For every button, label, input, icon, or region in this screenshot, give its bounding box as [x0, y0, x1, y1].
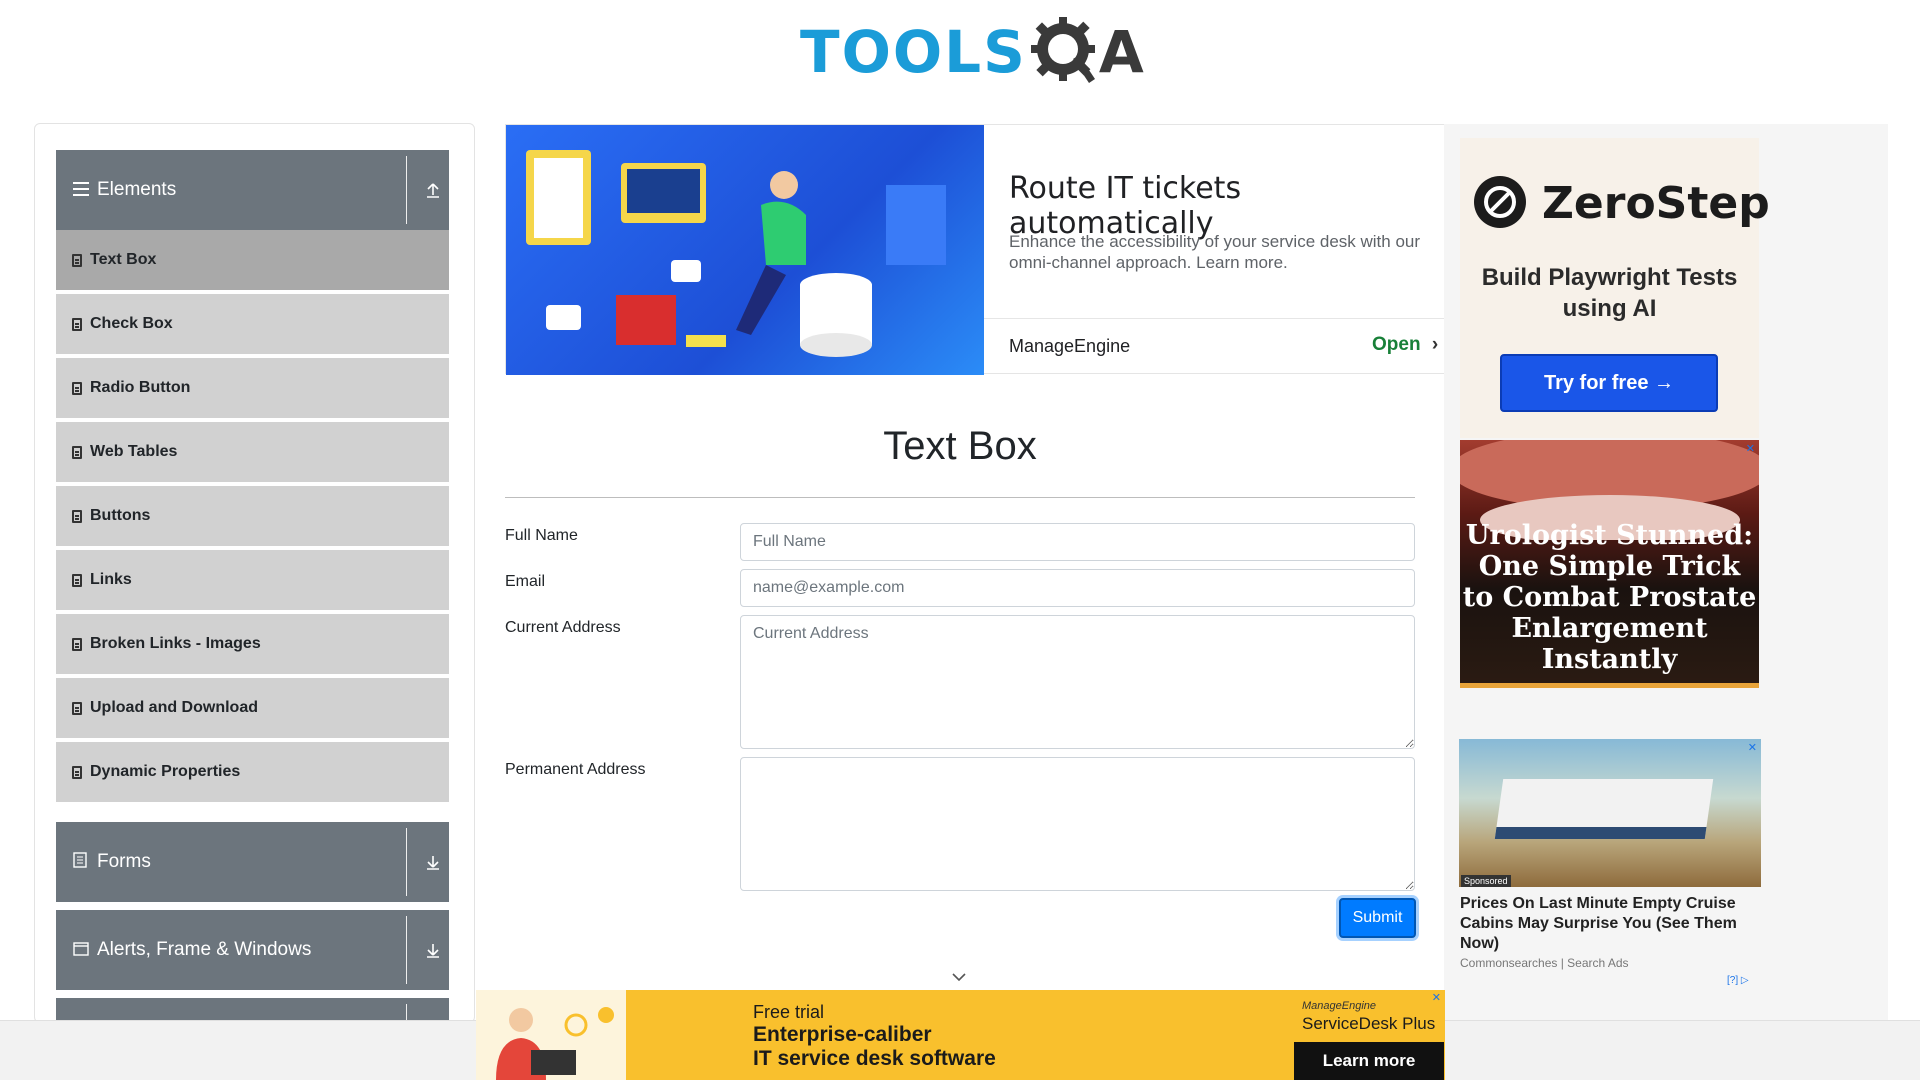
learn-more-button[interactable]: Learn more	[1294, 1042, 1444, 1080]
sidebar-item-label: Buttons	[90, 507, 151, 524]
page-title: Text Box	[883, 424, 1037, 468]
sidebar-item-label: Check Box	[90, 315, 173, 332]
cruise-ship-image	[1494, 779, 1714, 839]
sidebar-item-dynamic-properties[interactable]: Dynamic Properties	[56, 742, 449, 804]
doc-icon	[72, 317, 82, 331]
cruise-ad-title[interactable]: Prices On Last Minute Empty Cruise Cabin…	[1460, 894, 1760, 954]
doc-icon	[72, 445, 82, 459]
doc-icon	[72, 381, 82, 395]
divider	[406, 916, 407, 984]
bottom-banner-ad[interactable]: Free trial Enterprise-caliber IT service…	[476, 990, 1445, 1080]
expand-down-icon[interactable]	[421, 850, 445, 874]
divider	[984, 318, 1444, 319]
chevron-down-icon[interactable]	[950, 968, 968, 986]
accent-bar	[1460, 683, 1759, 688]
cruise-ad-source: Commonsearches | Search Ads	[1460, 956, 1629, 970]
ad-product: ServiceDesk Plus	[1302, 1014, 1436, 1033]
ad-brand: ManageEngine	[1302, 1000, 1377, 1012]
top-banner-ad[interactable]: Route IT tickets automatically Enhance t…	[505, 124, 1445, 375]
zerostep-logo-icon	[1474, 176, 1526, 228]
doc-icon	[72, 509, 82, 523]
sponsored-badge: Sponsored	[1461, 875, 1511, 887]
group-label: Forms	[97, 851, 151, 872]
permanent-address-label: Permanent Address	[505, 761, 646, 778]
zerostep-brand: ZeroStep	[1542, 178, 1770, 229]
menu-icon	[73, 180, 91, 201]
sidebar: Elements Text Box Check Box Radio Button…	[34, 123, 475, 1023]
close-icon[interactable]: ✕	[1746, 442, 1755, 455]
toolsqa-logo[interactable]: TOOLS A	[800, 12, 1144, 92]
email-input[interactable]	[740, 569, 1415, 607]
expand-down-icon[interactable]	[421, 938, 445, 962]
sidebar-item-web-tables[interactable]: Web Tables	[56, 422, 449, 484]
zerostep-ad[interactable]: ZeroStep Build Playwright Tests using AI…	[1460, 138, 1770, 438]
window-icon	[73, 940, 91, 961]
logo-tools-text: TOOLS	[800, 18, 1027, 86]
doc-icon	[72, 701, 82, 715]
group-alerts-frame-windows[interactable]: Alerts, Frame & Windows	[56, 910, 449, 990]
sidebar-item-buttons[interactable]: Buttons	[56, 486, 449, 548]
divider	[505, 497, 1415, 498]
sidebar-item-links[interactable]: Links	[56, 550, 449, 612]
group-label: Elements	[97, 179, 177, 200]
current-address-textarea[interactable]	[740, 615, 1415, 749]
sidebar-item-label: Text Box	[90, 251, 157, 268]
divider	[406, 156, 407, 224]
doc-icon	[72, 253, 82, 267]
doc-icon	[72, 765, 82, 779]
ad-line-2: Enterprise-caliber	[753, 1023, 932, 1046]
sidebar-item-upload-download[interactable]: Upload and Download	[56, 678, 449, 740]
site-header: TOOLS A	[0, 0, 1920, 110]
adchoices-icon[interactable]: [?] ▷	[1727, 975, 1749, 986]
urologist-ad[interactable]: Urologist Stunned: One Simple Trick to C…	[1460, 440, 1759, 688]
collapse-up-icon[interactable]	[421, 178, 445, 202]
adchoice-label: [?]	[1727, 975, 1739, 986]
ad-description: Enhance the accessibility of your servic…	[1009, 232, 1421, 272]
doc-icon	[72, 637, 82, 651]
email-label: Email	[505, 573, 546, 590]
sidebar-item-broken-links[interactable]: Broken Links - Images	[56, 614, 449, 676]
zerostep-headline: Build Playwright Tests using AI	[1481, 264, 1738, 322]
sidebar-item-label: Broken Links - Images	[90, 635, 261, 652]
doc-icon	[72, 573, 82, 587]
sidebar-item-radio-button[interactable]: Radio Button	[56, 358, 449, 420]
ad-open-label: Open	[1372, 334, 1421, 355]
logo-a-text: A	[1098, 18, 1144, 86]
ad-brand: ManageEngine	[1009, 336, 1131, 356]
sidebar-item-text-box[interactable]: Text Box	[56, 230, 449, 292]
group-forms[interactable]: Forms	[56, 822, 449, 902]
gear-magnifier-icon	[1029, 15, 1103, 89]
full-name-label: Full Name	[505, 527, 578, 544]
submit-button[interactable]: Submit	[1339, 898, 1416, 938]
ad-open-button[interactable]: Open ›	[1372, 334, 1438, 356]
group-label: Alerts, Frame & Windows	[97, 939, 312, 960]
current-address-label: Current Address	[505, 619, 621, 636]
sidebar-item-check-box[interactable]: Check Box	[56, 294, 449, 356]
chevron-right-icon: ›	[1431, 334, 1439, 355]
sidebar-item-label: Dynamic Properties	[90, 763, 241, 780]
group-elements[interactable]: Elements	[56, 150, 449, 230]
full-name-input[interactable]	[740, 523, 1415, 561]
ad-line-1: Free trial	[753, 1002, 825, 1022]
cruise-ad-image[interactable]: ✕	[1459, 739, 1761, 887]
divider	[406, 828, 407, 896]
ad-illustration	[476, 990, 626, 1080]
sidebar-item-label: Radio Button	[90, 379, 191, 396]
urologist-headline: Urologist Stunned: One Simple Trick to C…	[1462, 520, 1757, 675]
close-icon[interactable]: ✕	[1748, 741, 1757, 754]
ad-line-3: IT service desk software	[753, 1047, 996, 1070]
sidebar-item-label: Links	[90, 571, 132, 588]
ad-illustration	[506, 125, 984, 375]
try-for-free-button[interactable]: Try for free →	[1500, 354, 1718, 412]
form-icon	[73, 851, 91, 873]
close-icon[interactable]: ✕	[1432, 991, 1441, 1004]
sidebar-item-label: Web Tables	[90, 443, 178, 460]
permanent-address-textarea[interactable]	[740, 757, 1415, 891]
sidebar-item-label: Upload and Download	[90, 699, 258, 716]
